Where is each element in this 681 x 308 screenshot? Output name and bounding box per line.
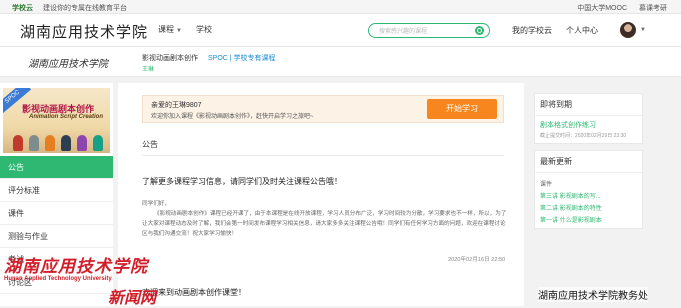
update-title: 什么是影视剧本 — [559, 218, 602, 224]
source-caption: 湖南应用技术学院教务处 — [538, 287, 648, 302]
due-item-link[interactable]: 剧本格式创作练习 — [540, 120, 637, 130]
sidebar-item-courseware[interactable]: 课件 — [0, 202, 113, 225]
avatar[interactable] — [620, 22, 636, 38]
news-watermark: 新闻网 — [108, 290, 157, 307]
kaoyan-link[interactable]: 慕课考研 — [639, 3, 667, 13]
cartoon-figure-icon — [61, 135, 71, 151]
welcome-message: 欢迎你加入课程《影视动画剧本创作》，赶快开启学习之旅吧~ — [151, 114, 314, 120]
top-right-links: 中国大学MOOC 慕课考研 — [577, 3, 667, 13]
site-header: 湖南应用技术学院 课程 ▼ 学校 搜索感兴趣的课程 我的学校云 个人中心 ▼ — [0, 14, 681, 47]
list-item[interactable]: 第一讲 什么是影视剧本 — [540, 215, 637, 224]
personal-center-link[interactable]: 个人中心 — [566, 25, 598, 36]
list-item[interactable]: 第二讲 影视剧本的特性 — [540, 203, 637, 212]
watermark-chinese: 湖南应用技术学院 — [4, 257, 148, 277]
announcement-date: 2020年02月16日 22:50 — [448, 257, 506, 263]
chevron-down-icon: ▼ — [176, 28, 182, 34]
due-body: 剧本格式创作练习 截止提交时间：2020年02月29日 23:30 — [535, 116, 642, 143]
university-watermark: 湖南应用技术学院 Hunan Applied Technology Univer… — [4, 252, 154, 282]
announcement-title-2[interactable]: 欢迎来到动画剧本创作课堂！ — [142, 287, 246, 298]
school-brand[interactable]: 湖南应用技术学院 — [20, 21, 148, 42]
course-cover-image: SPOC 影视动画剧本创作 Animation Script Creation — [3, 88, 110, 153]
announcement-body: 同学们好， 《影视动画剧本创作》课程已经开课了，由于本课程是在线开放课程，学习人… — [142, 199, 508, 239]
updates-heading: 最新更新 — [535, 151, 642, 173]
list-item[interactable]: 第三讲 影视剧本的写... — [540, 191, 637, 200]
welcome-banner: 亲爱的王琳9807 欢迎你加入课程《影视动画剧本创作》，赶快开启学习之旅吧~ 开… — [142, 95, 504, 123]
course-info-strip: 湖南应用技术学院 影视动画剧本创作 SPOC | 学校专有课程 王琳 — [0, 47, 681, 77]
start-learning-button[interactable]: 开始学习 — [427, 99, 497, 119]
nav-school[interactable]: 学校 — [196, 24, 212, 35]
due-deadline: 截止提交时间：2020年02月29日 23:30 — [540, 133, 627, 139]
cartoon-figure-icon — [77, 135, 87, 151]
cartoon-figure-icon — [29, 135, 39, 151]
nav-course[interactable]: 课程 ▼ — [158, 24, 182, 35]
welcome-greeting: 亲爱的王琳9807 — [151, 102, 202, 109]
course-type-tag: SPOC | 学校专有课程 — [208, 55, 276, 62]
main-content: 亲爱的王琳9807 欢迎你加入课程《影视动画剧本创作》，赶快开启学习之旅吧~ 开… — [118, 83, 524, 306]
cover-subtitle: Animation Script Creation — [29, 114, 104, 120]
cartoon-figure-icon — [45, 135, 55, 151]
search-box[interactable]: 搜索感兴趣的课程 — [368, 23, 490, 38]
school-calligraphy-logo: 湖南应用技术学院 — [28, 59, 108, 70]
header-nav: 课程 ▼ 学校 — [158, 24, 212, 35]
updates-category: 课件 — [540, 182, 553, 188]
updates-body: 课件 第三讲 影视剧本的写... 第二讲 影视剧本的特性 第一讲 什么是影视剧本 — [535, 173, 642, 228]
announcement-salutation: 同学们好， — [142, 201, 170, 207]
nav-course-label: 课程 — [158, 25, 174, 34]
sidebar-item-announcements[interactable]: 公告 — [0, 156, 113, 179]
course-title: 影视动画剧本创作 — [142, 55, 198, 62]
sidebar-item-quizzes[interactable]: 测验与作业 — [0, 225, 113, 248]
section-title: 公告 — [142, 140, 158, 149]
due-panel: 即将到期 剧本格式创作练习 截止提交时间：2020年02月29日 23:30 — [534, 93, 643, 144]
cartoon-figure-icon — [93, 135, 103, 151]
update-chapter: 第二讲 — [540, 206, 559, 212]
announcement-title[interactable]: 了解更多课程学习信息，请同学们及时关注课程公告哦！ — [142, 176, 342, 187]
my-school-cloud-link[interactable]: 我的学校云 — [512, 25, 552, 36]
update-title: 影视剧本的写... — [559, 194, 601, 200]
update-chapter: 第一讲 — [540, 218, 559, 224]
announcement-text: 《影视动画剧本创作》课程已经开课了，由于本课程是在线开放课程，学习人员分布广泛，… — [142, 211, 507, 237]
right-column: 即将到期 剧本格式创作练习 截止提交时间：2020年02月29日 23:30 最… — [534, 93, 643, 235]
course-teacher[interactable]: 王琳 — [142, 64, 154, 73]
school-cloud-logo[interactable]: 学校云 — [12, 3, 33, 13]
search-icon[interactable] — [475, 26, 484, 35]
update-chapter: 第三讲 — [540, 194, 559, 200]
cartoon-figure-icon — [13, 135, 23, 151]
sidebar-item-grading[interactable]: 评分标准 — [0, 179, 113, 202]
due-heading: 即将到期 — [535, 94, 642, 116]
platform-notice[interactable]: 建设你的专属在线教育平台 — [43, 3, 127, 13]
search-input[interactable]: 搜索感兴趣的课程 — [379, 26, 427, 35]
updates-panel: 最新更新 课件 第三讲 影视剧本的写... 第二讲 影视剧本的特性 第一讲 什么… — [534, 150, 643, 229]
divider — [142, 155, 504, 156]
top-left-group: 学校云 建设你的专属在线教育平台 — [12, 3, 127, 13]
chevron-down-icon[interactable]: ▼ — [640, 27, 646, 33]
top-utility-bar: 学校云 建设你的专属在线教育平台 中国大学MOOC 慕课考研 — [0, 0, 681, 14]
mooc-link[interactable]: 中国大学MOOC — [577, 3, 627, 13]
update-title: 影视剧本的特性 — [559, 206, 602, 212]
header-right-links: 我的学校云 个人中心 — [512, 25, 598, 36]
